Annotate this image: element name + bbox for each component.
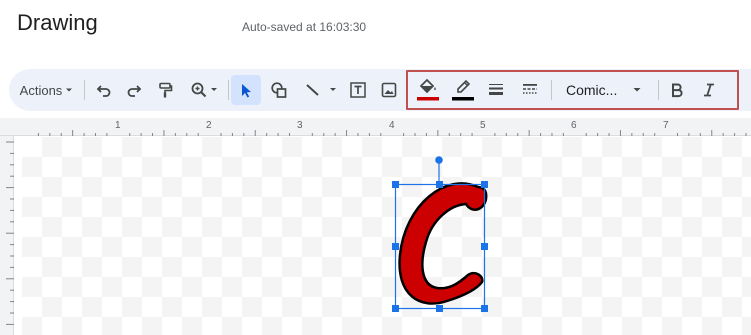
resize-handle-w[interactable]	[392, 243, 399, 250]
resize-handle-se[interactable]	[481, 305, 488, 312]
resize-handle-sw[interactable]	[392, 305, 399, 312]
selected-shape-layer[interactable]	[0, 0, 751, 335]
letter-c-shape[interactable]	[398, 182, 488, 305]
resize-handle-s[interactable]	[436, 305, 443, 312]
rotate-handle[interactable]	[435, 156, 443, 164]
resize-handle-nw[interactable]	[392, 181, 399, 188]
resize-handle-n[interactable]	[436, 181, 443, 188]
resize-handle-e[interactable]	[481, 243, 488, 250]
resize-handle-ne[interactable]	[481, 181, 488, 188]
letter-c-fill	[398, 182, 488, 305]
